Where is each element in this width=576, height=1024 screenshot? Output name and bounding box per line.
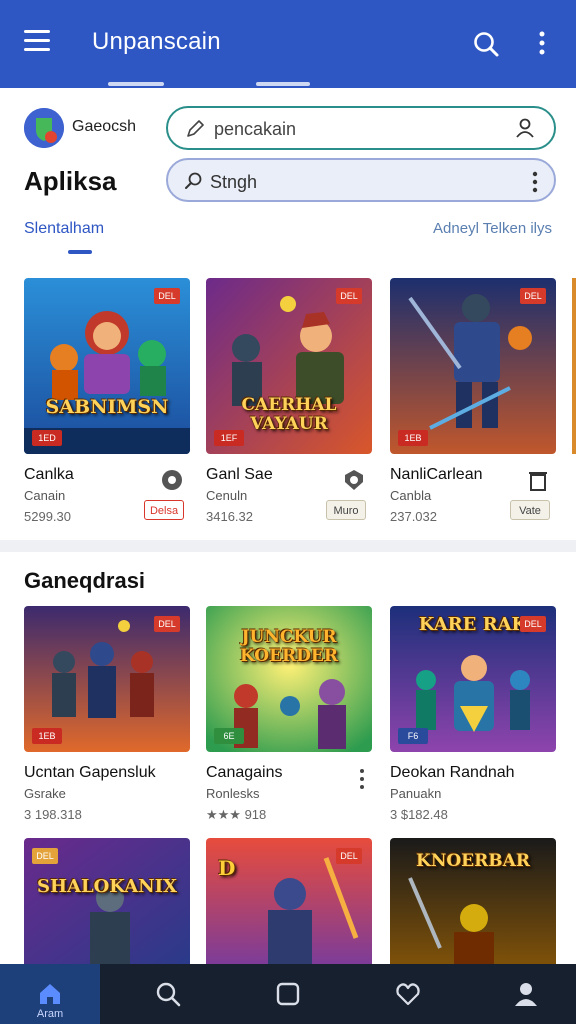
app-name: Ucntan Gapensluk (24, 764, 156, 781)
search-icon (185, 172, 202, 189)
app-thumbnail[interactable]: SABNIMSN DEL 1ED (24, 278, 190, 454)
avatar-shield-icon (24, 108, 64, 148)
square-icon (276, 982, 300, 1006)
more-vert-icon[interactable] (536, 30, 548, 56)
see-all-link[interactable]: Adneyl Telken ilys (433, 220, 552, 237)
app-card[interactable]: D DEL (206, 838, 372, 964)
search-icon (156, 982, 181, 1007)
install-button[interactable]: Vate (510, 500, 550, 520)
app-thumbnail[interactable]: CAERHAL VAYAUR DEL 1EF (206, 278, 372, 454)
more-vert-icon[interactable] (532, 171, 538, 193)
game-logo: KNOERBAR (416, 851, 530, 871)
avatar[interactable] (24, 108, 64, 148)
app-card[interactable]: CAERHAL VAYAUR DEL 1EF Ganl Sae Cenuln 3… (206, 278, 372, 524)
account-name[interactable]: Gaeocsh (72, 118, 136, 136)
rating-badge: 6E (214, 728, 244, 744)
rating-badge: 1ED (32, 430, 62, 446)
game-art-image (24, 278, 190, 454)
app-card[interactable]: SABNIMSN DEL 1ED Canlka Canain 5299.30 D… (24, 278, 190, 524)
app-rating: ★★★ 918 (206, 807, 267, 822)
app-thumbnail[interactable]: SHALOKANIX DEL (24, 838, 190, 964)
rating-badge: 1EB (32, 728, 62, 744)
app-thumbnail[interactable]: D DEL (206, 838, 372, 964)
shield-icon[interactable] (342, 468, 366, 492)
section-title: Ganeqdrasi (24, 568, 146, 593)
bottom-navigation: Aram (0, 964, 576, 1024)
nav-home-label: Aram (36, 1008, 64, 1020)
disc-icon[interactable] (160, 468, 184, 492)
nav-library[interactable] (238, 964, 338, 1024)
nav-favorites[interactable] (358, 964, 458, 1024)
search-bar[interactable]: pencakain (166, 106, 556, 150)
flag-badge: DEL (336, 848, 362, 864)
app-name: Canagains (206, 764, 283, 781)
app-price: 3 $182.48 (390, 807, 448, 822)
nav-search[interactable] (118, 964, 218, 1024)
next-card-peek (572, 278, 576, 454)
shield-heart-icon (396, 983, 420, 1006)
section-divider (0, 540, 576, 552)
app-price: 3 198.318 (24, 807, 82, 822)
home-icon (40, 984, 60, 1004)
person-icon[interactable] (514, 117, 536, 139)
app-thumbnail[interactable]: DEL 1EB (24, 606, 190, 752)
delete-icon[interactable] (526, 468, 550, 492)
pen-icon (187, 120, 204, 137)
game-logo: CAERHAL VAYAUR (241, 395, 337, 434)
flag-badge: DEL (154, 288, 180, 304)
game-logo: SHALOKANIX (36, 876, 178, 897)
flag-badge: DEL (336, 288, 362, 304)
main-content: Gaeocsh Apliksa pencakain Stngh Slentalh… (0, 88, 576, 964)
flag-badge: DEL (520, 616, 546, 632)
app-thumbnail[interactable]: KARE RAK DEL F6 (390, 606, 556, 752)
app-bar: Unpanscain (0, 0, 576, 88)
app-card[interactable]: KARE RAK DEL F6 Deokan Randnah Panuakn 3… (390, 606, 556, 822)
app-card[interactable]: JUNCKUR KOERDER 6E Canagains Ronlesks ★★… (206, 606, 372, 823)
rating-badge: F6 (398, 728, 428, 744)
app-developer: Ronlesks (206, 786, 260, 801)
tab-active[interactable]: Slentalham (24, 220, 104, 238)
flag-badge: DEL (154, 616, 180, 632)
tab-underline (68, 250, 92, 254)
nav-profile[interactable] (476, 964, 576, 1024)
tab-indicator (256, 82, 310, 86)
app-card[interactable]: SHALOKANIX DEL (24, 838, 190, 964)
search-icon[interactable] (472, 30, 500, 58)
tab-indicator (108, 82, 164, 86)
flag-badge: DEL (32, 848, 58, 864)
menu-icon[interactable] (24, 30, 50, 52)
app-thumbnail[interactable]: DEL 1EB (390, 278, 556, 454)
app-title: Unpanscain (92, 28, 221, 55)
app-thumbnail[interactable]: JUNCKUR KOERDER 6E (206, 606, 372, 752)
flag-badge: DEL (520, 288, 546, 304)
page-title: Apliksa (24, 166, 117, 196)
person-icon (515, 983, 537, 1006)
app-card[interactable]: KNOERBAR (390, 838, 556, 964)
app-card[interactable]: DEL 1EB Ucntan Gapensluk Gsrake 3 198.31… (24, 606, 190, 822)
app-name: Deokan Randnah (390, 764, 515, 781)
filter-input[interactable]: Stngh (210, 172, 257, 193)
filter-search-bar[interactable]: Stngh (166, 158, 556, 202)
app-card[interactable]: DEL 1EB NanliCarlean Canbla 237.032 Vate (390, 278, 556, 524)
app-developer: Gsrake (24, 786, 66, 801)
game-logo: SABNIMSN (45, 396, 169, 418)
game-logo: D (218, 856, 236, 880)
app-thumbnail[interactable]: KNOERBAR (390, 838, 556, 964)
install-button[interactable]: Muro (326, 500, 366, 520)
more-vert-icon[interactable] (358, 768, 366, 790)
search-input[interactable]: pencakain (214, 119, 296, 140)
rating-badge: 1EF (214, 430, 244, 446)
game-logo: JUNCKUR KOERDER (239, 627, 339, 666)
app-developer: Panuakn (390, 786, 442, 801)
nav-home[interactable]: Aram (0, 964, 100, 1024)
install-button[interactable]: Delsa (144, 500, 184, 520)
rating-badge: 1EB (398, 430, 428, 446)
game-art-image (390, 278, 556, 454)
